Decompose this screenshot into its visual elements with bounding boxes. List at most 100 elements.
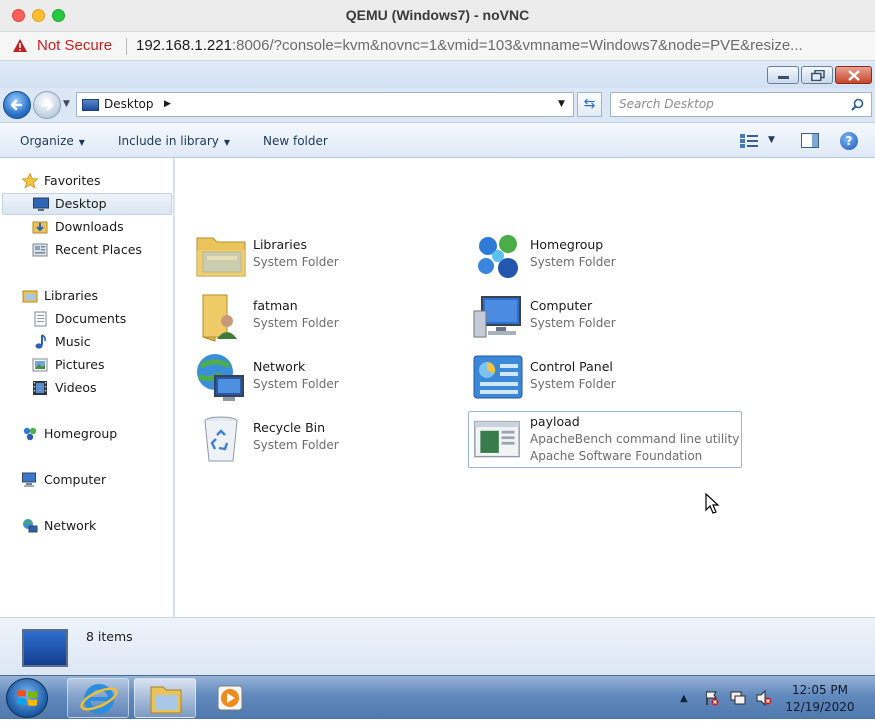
network-status-icon[interactable]	[730, 690, 746, 706]
help-icon[interactable]: ?	[840, 132, 858, 150]
search-box[interactable]: Search Desktop	[610, 92, 872, 117]
search-input[interactable]: Search Desktop	[619, 97, 714, 111]
nav-network[interactable]: Network	[0, 515, 172, 537]
libraries-icon	[22, 290, 38, 303]
chevron-down-icon: ▼	[223, 138, 231, 147]
window-title: QEMU (Windows7) - noVNC	[345, 7, 530, 23]
url-host: 192.168.1.221	[136, 37, 232, 54]
arrow-right-icon	[41, 99, 54, 111]
network-icon	[197, 354, 244, 401]
address-separator	[126, 38, 127, 55]
homegroup-icon	[478, 235, 518, 278]
volume-muted-icon[interactable]	[756, 690, 772, 706]
explorer-window: ▼ Desktop ▶ ▼ ⇆ Search Desktop Organize ▼…	[0, 61, 875, 675]
windows-logo-icon	[17, 690, 37, 706]
desktop-large-icon	[22, 629, 68, 667]
desktop-icon	[33, 197, 49, 211]
nav-downloads[interactable]: Downloads	[0, 216, 172, 238]
item-libraries[interactable]: Libraries System Folder	[195, 230, 467, 286]
url-path: :8006/?console=kvm&novnc=1&vmid=103&vmna…	[231, 37, 803, 54]
breadcrumb-desktop[interactable]: Desktop	[104, 97, 154, 111]
explorer-close-button[interactable]	[835, 66, 872, 84]
url-text[interactable]: 192.168.1.221:8006/?console=kvm&novnc=1&…	[136, 37, 866, 54]
nav-pictures[interactable]: Pictures	[0, 354, 172, 376]
breadcrumb-dropdown-icon[interactable]: ▼	[558, 99, 565, 109]
nav-videos[interactable]: Videos	[0, 377, 172, 399]
recent-pages-dropdown[interactable]: ▼	[63, 99, 73, 109]
item-homegroup[interactable]: Homegroup System Folder	[472, 230, 744, 286]
star-icon	[22, 173, 38, 189]
system-clock[interactable]: 12:05 PM 12/19/2020	[780, 682, 860, 716]
nav-homegroup[interactable]: Homegroup	[0, 423, 172, 445]
refresh-icon: ⇆	[583, 96, 596, 112]
breadcrumb[interactable]: Desktop ▶ ▼	[76, 92, 574, 117]
not-secure-label[interactable]: Not Secure	[37, 37, 112, 54]
taskbar-internet-explorer[interactable]	[67, 678, 129, 718]
taskbar: ▲ 12:05 PM 12/19/2020	[0, 675, 875, 719]
close-icon	[848, 70, 860, 81]
nav-computer[interactable]: Computer	[0, 469, 172, 491]
organize-menu[interactable]: Organize ▼	[20, 134, 85, 148]
views-dropdown-icon[interactable]: ▼	[768, 135, 775, 145]
recycle-bin-icon	[204, 416, 238, 462]
network-icon	[23, 519, 38, 533]
computer-icon	[473, 296, 521, 338]
file-list: Libraries System Folder Homegroup System…	[175, 158, 875, 617]
videos-icon	[33, 381, 47, 395]
application-icon	[474, 420, 520, 458]
recent-places-icon	[32, 243, 48, 257]
documents-icon	[34, 311, 47, 327]
nav-recent-places[interactable]: Recent Places	[0, 239, 172, 261]
mac-titlebar: QEMU (Windows7) - noVNC	[0, 0, 875, 32]
control-panel-icon	[473, 355, 523, 399]
change-view-icon[interactable]	[740, 134, 758, 148]
explorer-caption	[0, 61, 875, 88]
music-note-icon	[35, 334, 46, 349]
explorer-restore-button[interactable]	[801, 66, 833, 84]
include-in-library-menu[interactable]: Include in library ▼	[118, 134, 230, 148]
breadcrumb-chevron-icon[interactable]: ▶	[164, 99, 171, 109]
warning-icon	[13, 39, 27, 52]
restore-icon	[811, 70, 825, 81]
preview-pane-button[interactable]	[801, 133, 819, 148]
navigation-row: ▼ Desktop ▶ ▼ ⇆ Search Desktop	[0, 88, 875, 122]
clock-time: 12:05 PM	[792, 683, 848, 697]
item-network[interactable]: Network System Folder	[195, 352, 467, 408]
arrow-left-icon	[10, 99, 23, 111]
internet-explorer-icon	[80, 684, 118, 714]
clock-date: 12/19/2020	[785, 700, 855, 714]
item-control-panel[interactable]: Control Panel System Folder	[472, 352, 744, 408]
homegroup-icon	[23, 427, 37, 441]
nav-documents[interactable]: Documents	[0, 308, 172, 330]
chevron-down-icon: ▼	[78, 138, 85, 147]
refresh-button[interactable]: ⇆	[577, 92, 602, 117]
minimize-icon	[778, 76, 789, 79]
status-bar: 8 items	[0, 617, 875, 675]
search-icon[interactable]	[851, 98, 864, 111]
nav-libraries[interactable]: Libraries	[0, 285, 172, 307]
item-recycle-bin[interactable]: Recycle Bin System Folder	[195, 413, 467, 469]
computer-icon	[22, 472, 36, 487]
item-computer[interactable]: Computer System Folder	[472, 291, 744, 347]
taskbar-explorer[interactable]	[134, 678, 196, 718]
media-player-icon	[217, 685, 243, 711]
desktop-icon	[82, 99, 99, 111]
start-button[interactable]	[6, 678, 48, 718]
pictures-icon	[32, 358, 48, 372]
nav-desktop[interactable]: Desktop	[2, 193, 172, 215]
command-bar: Organize ▼ Include in library ▼ New folder…	[0, 122, 875, 158]
forward-button[interactable]	[33, 91, 61, 119]
nav-music[interactable]: Music	[0, 331, 172, 353]
action-center-flag-icon[interactable]	[704, 690, 720, 706]
navigation-pane: Favorites Desktop Downloads Recent Place…	[0, 158, 174, 617]
nav-favorites[interactable]: Favorites	[0, 170, 172, 192]
taskbar-media-player[interactable]	[200, 678, 262, 718]
address-bar[interactable]: Not Secure 192.168.1.221:8006/?console=k…	[0, 32, 875, 61]
explorer-minimize-button[interactable]	[767, 66, 799, 84]
new-folder-button[interactable]: New folder	[263, 134, 328, 148]
back-button[interactable]	[3, 91, 31, 119]
show-hidden-icons-button[interactable]: ▲	[680, 693, 688, 704]
libraries-folder-icon	[196, 237, 246, 277]
item-payload[interactable]: payload ApacheBench command line utility…	[468, 411, 742, 468]
item-fatman[interactable]: fatman System Folder	[195, 291, 467, 347]
